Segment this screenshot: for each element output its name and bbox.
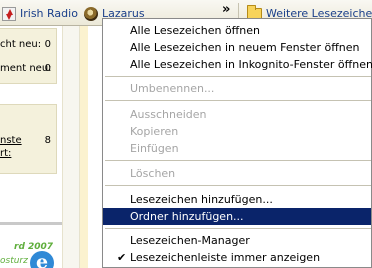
menu-item-cut[interactable]: Ausschneiden bbox=[103, 106, 371, 123]
menu-item-rename[interactable]: Umbenennen... bbox=[103, 80, 371, 97]
menu-item-always-show-bookmarks-bar[interactable]: ✔ Lesezeichenleiste immer anzeigen bbox=[103, 249, 371, 266]
menu-item-open-all-incognito[interactable]: Alle Lesezeichen in Inkognito-Fenster öf… bbox=[103, 56, 372, 73]
menu-item-add-bookmark[interactable]: Lesezeichen hinzufügen... bbox=[103, 191, 371, 208]
lazarus-favicon-icon bbox=[84, 6, 98, 21]
page-column bbox=[62, 26, 80, 268]
bookmarks-overflow-chevron-icon[interactable]: » bbox=[222, 2, 230, 17]
menu-item-add-folder[interactable]: Ordner hinzufügen... bbox=[103, 208, 371, 225]
menu-item-open-all-new-window[interactable]: Alle Lesezeichen in neuem Fenster öffnen bbox=[103, 39, 371, 56]
menu-separator bbox=[105, 76, 371, 77]
menu-separator bbox=[105, 160, 371, 161]
divider bbox=[0, 222, 62, 225]
menu-item-bookmark-manager[interactable]: Lesezeichen-Manager bbox=[103, 232, 371, 249]
stats-row: ment neu: 0 bbox=[0, 63, 52, 74]
page-link[interactable]: nste bbox=[0, 135, 22, 146]
menu-item-copy[interactable]: Kopieren bbox=[103, 123, 371, 140]
page-link[interactable]: rt: bbox=[0, 148, 11, 159]
e-logo-icon: e bbox=[30, 251, 54, 268]
checkmark-icon: ✔ bbox=[117, 251, 127, 264]
stats-row: cht neu: 0 bbox=[0, 39, 51, 50]
bookmarks-context-menu: Alle Lesezeichen öffnen Alle Lesezeichen… bbox=[102, 18, 372, 268]
menu-item-open-all[interactable]: Alle Lesezeichen öffnen bbox=[103, 22, 371, 39]
page-column bbox=[80, 26, 88, 268]
stats-row[interactable]: rt: bbox=[0, 148, 56, 159]
stats-row[interactable]: nste 8 bbox=[0, 135, 56, 146]
stats-panel-2: 1 nste 8 rt: bbox=[0, 104, 57, 174]
menu-separator bbox=[105, 100, 371, 101]
bookmark-irish-radio[interactable]: Irish Radio bbox=[2, 5, 78, 22]
logo-caption-2: osturz bbox=[0, 256, 28, 266]
irish-radio-favicon-icon bbox=[2, 6, 16, 21]
menu-item-paste[interactable]: Einfügen bbox=[103, 140, 371, 157]
left-column: cht neu: 0 ment neu: 0 1 nste 8 rt: rd 2… bbox=[0, 26, 62, 268]
menu-separator bbox=[105, 228, 371, 229]
menu-item-delete[interactable]: Löschen bbox=[103, 165, 371, 182]
menu-separator bbox=[105, 185, 371, 186]
menu-item-label: Lesezeichenleiste immer anzeigen bbox=[130, 251, 321, 264]
bookmark-label: Irish Radio bbox=[20, 7, 78, 20]
stats-panel: cht neu: 0 ment neu: 0 bbox=[0, 28, 57, 84]
